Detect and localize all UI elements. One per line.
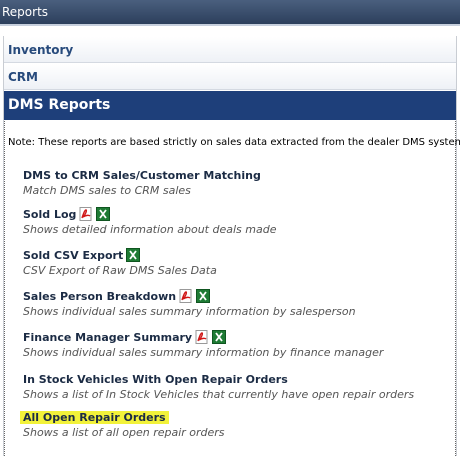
report-title-highlighted: All Open Repair Orders	[20, 410, 169, 424]
section-crm[interactable]: CRM	[4, 64, 456, 90]
pdf-icon[interactable]	[179, 289, 193, 303]
report-description: Shows individual sales summary informati…	[23, 305, 356, 318]
report-description: CSV Export of Raw DMS Sales Data	[23, 264, 217, 277]
report-item: In Stock Vehicles With Open Repair Order…	[23, 372, 415, 402]
excel-icon[interactable]	[212, 330, 227, 344]
report-title: Sold CSV Export	[23, 248, 124, 262]
window-title-bar: Reports	[0, 0, 460, 26]
report-link-sold-log[interactable]: Sold Log	[23, 207, 276, 221]
report-link-in-stock-open-ro[interactable]: In Stock Vehicles With Open Repair Order…	[23, 372, 414, 386]
report-description: Shows a list of all open repair orders	[23, 426, 225, 439]
report-title: DMS to CRM Sales/Customer Matching	[23, 168, 261, 182]
report-item: Sold CSV Export CSV Export of Raw DMS Sa…	[23, 248, 217, 277]
section-dms-reports[interactable]: DMS Reports	[4, 91, 456, 120]
section-inventory-label: Inventory	[8, 43, 74, 57]
report-link-finance-manager[interactable]: Finance Manager Summary	[23, 330, 383, 344]
report-title: In Stock Vehicles With Open Repair Order…	[23, 372, 288, 386]
excel-icon[interactable]	[126, 248, 141, 262]
report-title: Finance Manager Summary	[23, 330, 193, 344]
report-item: Sold Log Shows detailed information abou…	[23, 207, 276, 236]
section-crm-label: CRM	[8, 70, 38, 84]
excel-icon[interactable]	[196, 289, 211, 303]
report-link-dms-to-crm[interactable]: DMS to CRM Sales/Customer Matching	[23, 168, 261, 182]
report-description: Shows a list of In Stock Vehicles that c…	[23, 388, 415, 401]
pdf-icon[interactable]	[79, 207, 93, 221]
pdf-icon[interactable]	[195, 330, 209, 344]
report-title: Sold Log	[23, 207, 77, 221]
report-description: Shows individual sales summary informati…	[23, 346, 384, 359]
excel-icon[interactable]	[96, 207, 111, 221]
report-item: All Open Repair Orders Shows a list of a…	[20, 410, 225, 439]
report-item: Finance Manager Summary Shows individual…	[23, 330, 383, 359]
dms-note: Note: These reports are based strictly o…	[8, 137, 460, 148]
section-inventory[interactable]: Inventory	[4, 37, 456, 63]
window-title: Reports	[2, 5, 49, 19]
report-title: Sales Person Breakdown	[23, 289, 177, 303]
report-link-sales-person[interactable]: Sales Person Breakdown	[23, 289, 356, 303]
report-description: Match DMS sales to CRM sales	[23, 184, 191, 197]
report-description: Shows detailed information about deals m…	[23, 223, 277, 236]
section-dms-reports-label: DMS Reports	[8, 97, 111, 113]
report-link-all-open-ro[interactable]: All Open Repair Orders	[20, 410, 225, 424]
report-item: DMS to CRM Sales/Customer Matching Match…	[23, 168, 261, 198]
report-link-sold-csv[interactable]: Sold CSV Export	[23, 248, 217, 262]
report-item: Sales Person Breakdown Shows individual …	[23, 289, 356, 318]
dms-reports-panel: Note: These reports are based strictly o…	[4, 121, 460, 456]
